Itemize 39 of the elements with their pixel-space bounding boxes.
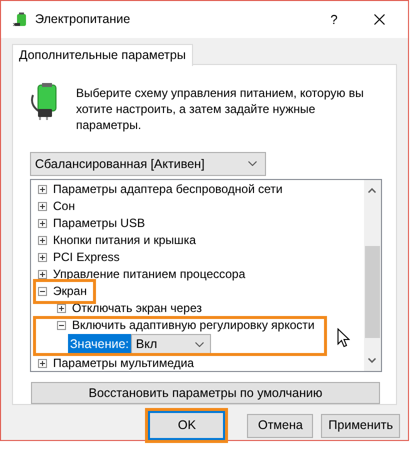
- expand-icon[interactable]: [57, 304, 66, 313]
- collapse-icon[interactable]: [38, 286, 47, 296]
- help-button[interactable]: ?: [312, 4, 356, 34]
- tree-item[interactable]: Параметры мультимедиа: [53, 354, 197, 372]
- expand-icon[interactable]: [38, 236, 47, 245]
- tree-item[interactable]: PCI Express: [53, 248, 123, 266]
- tree-item[interactable]: Параметры адаптера беспроводной сети: [53, 180, 286, 198]
- expand-icon[interactable]: [38, 358, 47, 368]
- scroll-up-icon[interactable]: [368, 188, 376, 193]
- dialog-button[interactable]: OK: [148, 411, 226, 440]
- tab[interactable]: Дополнительные параметры: [12, 44, 193, 66]
- tree-item[interactable]: Кнопки питания и крышка: [53, 231, 199, 250]
- tree-item[interactable]: Включить адаптивную регулировку яркости: [72, 316, 318, 334]
- collapse-icon[interactable]: [57, 320, 66, 330]
- restore-defaults-button[interactable]: Восстановить параметры по умолчанию: [31, 382, 380, 404]
- close-icon: [374, 14, 384, 25]
- window-title: Электропитание: [35, 11, 130, 28]
- tree-item[interactable]: Отключать экран через: [72, 299, 205, 318]
- dialog-button[interactable]: Отмена: [247, 414, 314, 438]
- dialog-button[interactable]: Применить: [321, 414, 400, 438]
- expand-icon[interactable]: [38, 202, 47, 211]
- value-dropdown[interactable]: Вкл: [130, 334, 211, 355]
- tree-item[interactable]: Управление питанием процессора: [53, 265, 248, 284]
- scheme-dropdown[interactable]: Сбалансированная [Активен]: [30, 152, 266, 176]
- expand-icon[interactable]: [38, 218, 47, 228]
- chevron-down-icon: [194, 342, 204, 347]
- battery-plug-icon: [13, 12, 29, 28]
- scroll-thumb[interactable]: [365, 246, 380, 338]
- description-text: Выберите схему управления питанием, которую вы хотите настроить, а затем задайте нужные параметры.: [76, 85, 365, 133]
- tree-item[interactable]: Экран: [53, 282, 90, 300]
- expand-icon[interactable]: [38, 252, 47, 262]
- setting-label: Значение:: [68, 334, 131, 354]
- scroll-down-icon[interactable]: [368, 358, 376, 364]
- expand-icon[interactable]: [38, 270, 47, 279]
- expand-icon[interactable]: [38, 184, 47, 194]
- tree-item[interactable]: Сон: [53, 197, 78, 216]
- chevron-down-icon: [248, 161, 257, 166]
- tree-item[interactable]: Параметры USB: [53, 214, 148, 232]
- mouse-cursor-icon: [337, 328, 350, 348]
